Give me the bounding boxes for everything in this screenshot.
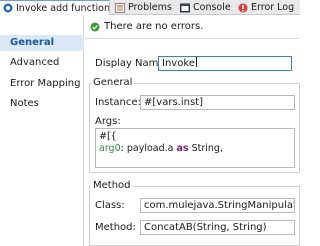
problems-icon [115, 2, 125, 13]
tab-error-log[interactable]: Error Log [236, 0, 300, 15]
validation-status: There are no errors. [90, 21, 203, 32]
mule-icon [3, 3, 13, 13]
editor-tab-bar: Invoke add function Problems Console Err… [0, 0, 300, 15]
instance-input[interactable]: #[vars.inst] [140, 95, 295, 110]
tab-console[interactable]: Console [178, 0, 236, 15]
method-label: Method: [95, 222, 136, 233]
divider [85, 38, 300, 39]
sidebar-item-error-mapping[interactable]: Error Mapping [0, 76, 84, 92]
code-text: #[{ [99, 131, 117, 142]
tab-label: Invoke add function [16, 2, 110, 14]
code-text: : payload.a [120, 143, 177, 154]
method-input[interactable]: ConcatAB(String, String) [140, 220, 295, 235]
properties-content: There are no errors. Display Name: Invok… [85, 16, 300, 246]
text-caret [195, 57, 197, 67]
display-name-label: Display Name: [95, 58, 168, 69]
instance-label: Instance: [95, 97, 141, 108]
tab-problems[interactable]: Problems [113, 0, 178, 15]
sidebar-item-notes[interactable]: Notes [0, 96, 84, 112]
sidebar-item-general[interactable]: General [0, 35, 84, 51]
general-group-title: General [91, 77, 135, 88]
tab-label: Error Log [251, 2, 295, 13]
properties-sidebar: General Advanced Error Mapping Notes [0, 16, 84, 246]
class-label: Class: [95, 200, 125, 211]
method-group-title: Method [91, 180, 133, 191]
tab-label: Console [193, 2, 231, 13]
console-icon [180, 3, 190, 12]
method-group [89, 186, 300, 246]
display-name-value: Invoke [162, 58, 195, 69]
args-editor[interactable]: #[{ arg0: payload.a as String, [95, 128, 295, 168]
tab-invoke-add-function[interactable]: Invoke add function [0, 0, 110, 15]
code-key: arg0 [99, 143, 121, 154]
args-label: Args: [95, 116, 121, 127]
status-text: There are no errors. [104, 21, 204, 32]
class-input[interactable]: com.mulejava.StringManipulation [140, 198, 295, 213]
code-keyword: as [176, 143, 189, 154]
error-log-icon [238, 3, 248, 12]
sidebar-item-advanced[interactable]: Advanced [0, 55, 84, 71]
code-line: #[{ [99, 131, 291, 143]
display-name-input[interactable]: Invoke [158, 56, 292, 71]
code-text: String, [188, 143, 223, 154]
code-line: arg0: payload.a as String, [99, 143, 291, 155]
check-circle-icon [90, 22, 100, 31]
tab-label: Problems [128, 2, 172, 13]
